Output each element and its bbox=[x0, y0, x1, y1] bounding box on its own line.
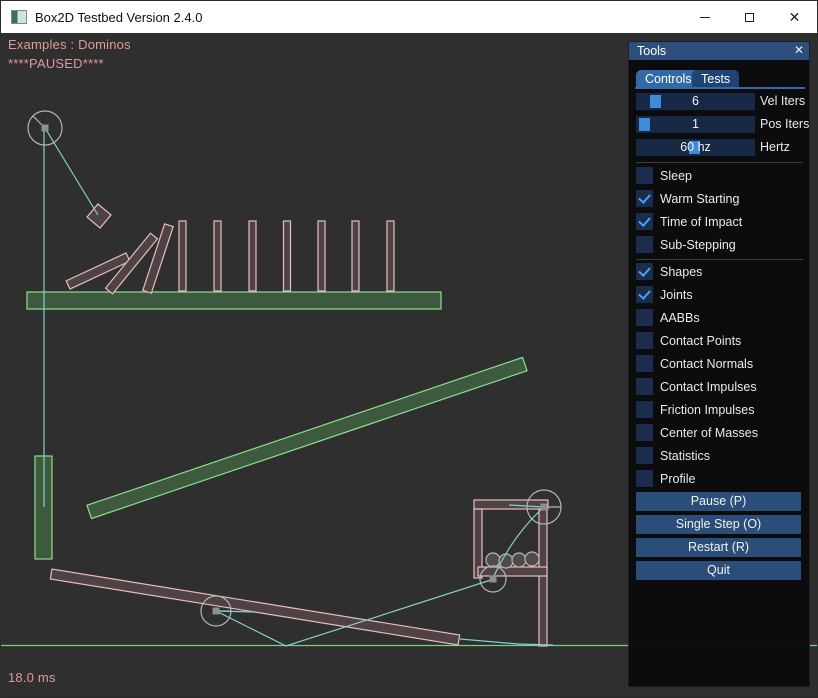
cradle-right-post[interactable] bbox=[539, 509, 547, 646]
vel-iters-label: Vel Iters bbox=[760, 93, 805, 110]
ramp-shape bbox=[87, 357, 527, 518]
checkbox-statistics[interactable]: Statistics bbox=[636, 447, 710, 464]
checkbox-contact-points[interactable]: Contact Points bbox=[636, 332, 741, 349]
anchor-square bbox=[213, 608, 220, 615]
close-icon: ✕ bbox=[789, 10, 801, 24]
fallen-domino[interactable] bbox=[143, 224, 173, 293]
checkbox-box[interactable] bbox=[636, 332, 653, 349]
checkbox-sleep[interactable]: Sleep bbox=[636, 167, 692, 184]
hertz-label: Hertz bbox=[760, 139, 790, 156]
hertz-slider[interactable]: 60 hz bbox=[636, 139, 755, 156]
vel-iters-slider[interactable]: 6 bbox=[636, 93, 755, 110]
minimize-icon bbox=[700, 17, 710, 18]
tab-underline bbox=[635, 87, 805, 89]
maximize-icon bbox=[745, 13, 754, 22]
maximize-button[interactable] bbox=[727, 1, 772, 33]
pos-iters-value: 1 bbox=[636, 116, 755, 133]
app-window: Box2D Testbed Version 2.4.0 ✕ Examples :… bbox=[0, 0, 818, 698]
platform-shape bbox=[27, 292, 441, 309]
pause-button[interactable]: Pause (P) bbox=[636, 492, 801, 511]
separator bbox=[636, 259, 803, 260]
checkbox-box[interactable] bbox=[636, 470, 653, 487]
checkbox-box[interactable] bbox=[636, 401, 653, 418]
pos-iters-label: Pos Iters bbox=[760, 116, 809, 133]
app-icon bbox=[11, 10, 27, 24]
checkbox-center-of-masses[interactable]: Center of Masses bbox=[636, 424, 758, 441]
anchor-points bbox=[42, 125, 548, 615]
checkbox-profile[interactable]: Profile bbox=[636, 470, 695, 487]
checkbox-box[interactable] bbox=[636, 286, 653, 303]
anchor-square bbox=[490, 576, 497, 583]
cradle-ball[interactable] bbox=[525, 552, 539, 566]
single-step-button[interactable]: Single Step (O) bbox=[636, 515, 801, 534]
standing-domino[interactable] bbox=[318, 221, 325, 291]
checkbox-box[interactable] bbox=[636, 309, 653, 326]
checkbox-aabbs[interactable]: AABBs bbox=[636, 309, 700, 326]
standing-domino[interactable] bbox=[214, 221, 221, 291]
standing-domino[interactable] bbox=[179, 221, 186, 291]
joint-line bbox=[45, 128, 98, 215]
standing-domino[interactable] bbox=[352, 221, 359, 291]
standing-domino[interactable] bbox=[249, 221, 256, 291]
standing-domino[interactable] bbox=[387, 221, 394, 291]
close-button[interactable]: ✕ bbox=[772, 1, 817, 33]
checkbox-sub-stepping[interactable]: Sub-Stepping bbox=[636, 236, 736, 253]
anchor-square bbox=[42, 125, 49, 132]
checkbox-friction-impulses[interactable]: Friction Impulses bbox=[636, 401, 754, 418]
cradle-shelf[interactable] bbox=[478, 567, 547, 576]
checkbox-contact-impulses[interactable]: Contact Impulses bbox=[636, 378, 757, 395]
tools-panel: Tools ✕ Controls Tests 6 Vel Iters 1 Pos… bbox=[628, 41, 810, 687]
checkbox-box[interactable] bbox=[636, 355, 653, 372]
tools-panel-header[interactable]: Tools ✕ bbox=[629, 42, 809, 60]
paused-label: ****PAUSED**** bbox=[8, 56, 104, 71]
checkbox-box[interactable] bbox=[636, 190, 653, 207]
frame-time-label: 18.0 ms bbox=[8, 670, 56, 685]
checkbox-time-of-impact[interactable]: Time of Impact bbox=[636, 213, 742, 230]
minimize-button[interactable] bbox=[682, 1, 727, 33]
vel-iters-value: 6 bbox=[636, 93, 755, 110]
pos-iters-slider[interactable]: 1 bbox=[636, 116, 755, 133]
checkbox-box[interactable] bbox=[636, 447, 653, 464]
cradle-ball[interactable] bbox=[512, 553, 526, 567]
checkbox-warm-starting[interactable]: Warm Starting bbox=[636, 190, 739, 207]
cradle-ball[interactable] bbox=[486, 553, 500, 567]
checkbox-box[interactable] bbox=[636, 213, 653, 230]
checkbox-box[interactable] bbox=[636, 236, 653, 253]
checkbox-box[interactable] bbox=[636, 263, 653, 280]
hertz-value: 60 hz bbox=[636, 139, 755, 156]
example-label: Examples : Dominos bbox=[8, 37, 131, 52]
title-bar: Box2D Testbed Version 2.4.0 ✕ bbox=[1, 1, 817, 33]
cradle-top-beam[interactable] bbox=[474, 500, 548, 509]
window-title: Box2D Testbed Version 2.4.0 bbox=[35, 10, 202, 25]
checkbox-joints[interactable]: Joints bbox=[636, 286, 693, 303]
tools-panel-title: Tools bbox=[637, 44, 666, 58]
swinging-box-shape[interactable] bbox=[87, 204, 111, 228]
tools-close-icon[interactable]: ✕ bbox=[794, 43, 804, 57]
checkbox-box[interactable] bbox=[636, 167, 653, 184]
tab-tests[interactable]: Tests bbox=[692, 70, 739, 87]
tab-controls[interactable]: Controls bbox=[636, 70, 701, 87]
checkbox-shapes[interactable]: Shapes bbox=[636, 263, 702, 280]
checkbox-box[interactable] bbox=[636, 424, 653, 441]
anchor-square bbox=[541, 504, 548, 511]
quit-button[interactable]: Quit bbox=[636, 561, 801, 580]
checkbox-box[interactable] bbox=[636, 378, 653, 395]
restart-button[interactable]: Restart (R) bbox=[636, 538, 801, 557]
checkbox-contact-normals[interactable]: Contact Normals bbox=[636, 355, 753, 372]
seesaw-plank-shape[interactable] bbox=[50, 569, 459, 645]
standing-domino[interactable] bbox=[284, 221, 291, 291]
separator bbox=[636, 162, 803, 163]
